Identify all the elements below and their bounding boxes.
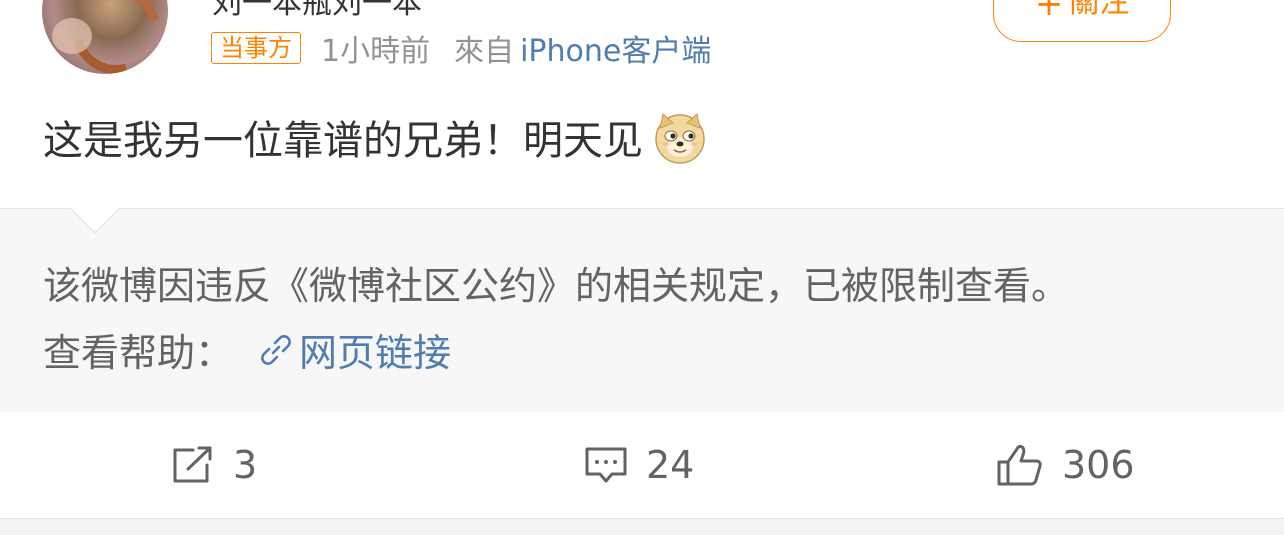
repost-button[interactable]: 3 bbox=[171, 412, 257, 518]
like-button[interactable]: 306 bbox=[996, 412, 1135, 518]
post-meta: 当事方 1小時前 來自 iPhone客户端 bbox=[211, 26, 711, 70]
doge-emoji bbox=[655, 113, 705, 164]
avatar[interactable] bbox=[42, 0, 168, 74]
comment-icon bbox=[585, 447, 627, 483]
avatar-image-shape bbox=[52, 18, 92, 54]
author-name[interactable]: 刘一本瓶刘一本 bbox=[212, 0, 422, 22]
comment-count: 24 bbox=[646, 443, 695, 487]
bottom-divider bbox=[0, 518, 1284, 535]
follow-label: 關注 bbox=[1069, 0, 1130, 20]
restricted-notice: 该微博因违反《微博社区公约》的相关规定，已被限制查看。 查看帮助： 网页链接 bbox=[0, 207, 1284, 412]
help-link-label: 网页链接 bbox=[299, 331, 452, 375]
repost-icon bbox=[173, 446, 212, 483]
help-row: 查看帮助： 网页链接 bbox=[43, 322, 451, 377]
restricted-message: 该微博因违反《微博社区公约》的相关规定，已被限制查看。 bbox=[43, 264, 1070, 308]
plus-icon: + bbox=[1034, 0, 1064, 24]
repost-count: 3 bbox=[233, 443, 258, 487]
action-bar: 3 24 306 bbox=[0, 412, 1284, 518]
notice-caret bbox=[71, 207, 119, 232]
like-count: 306 bbox=[1062, 443, 1135, 487]
like-icon bbox=[997, 444, 1042, 486]
post-time: 1小時前 bbox=[321, 34, 431, 69]
help-label: 查看帮助： bbox=[43, 331, 234, 375]
follow-button[interactable]: + 關注 bbox=[993, 0, 1171, 42]
source-link[interactable]: iPhone客户端 bbox=[520, 26, 711, 70]
link-icon bbox=[261, 334, 291, 365]
role-badge: 当事方 bbox=[211, 32, 301, 64]
help-link[interactable]: 网页链接 bbox=[257, 322, 451, 377]
comment-button[interactable]: 24 bbox=[584, 412, 694, 518]
post-text-content: 这是我另一位靠谱的兄弟！明天见 bbox=[43, 118, 643, 164]
post-text: 这是我另一位靠谱的兄弟！明天见 bbox=[43, 108, 707, 166]
source-prefix: 來自 bbox=[454, 34, 515, 69]
